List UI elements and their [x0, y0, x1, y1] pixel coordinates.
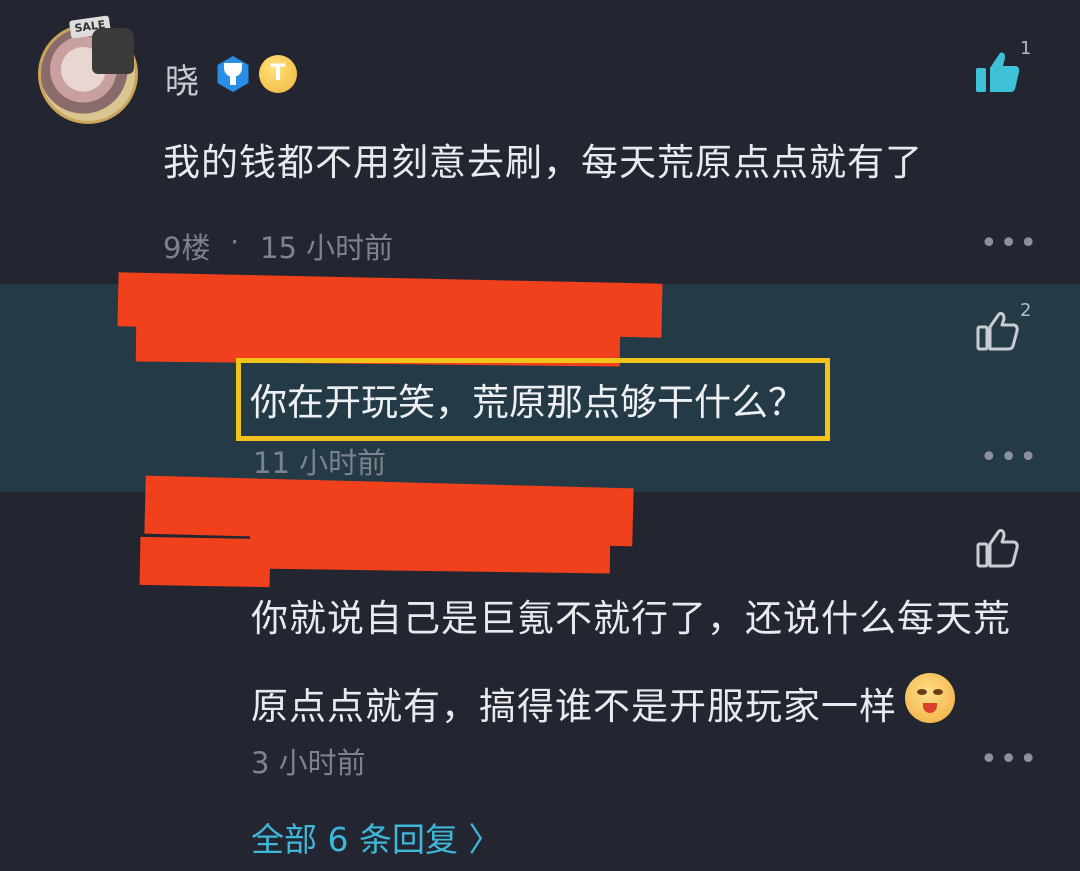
comment-text[interactable]: 我的钱都不用刻意去刷，每天荒原点点就有了 [163, 132, 923, 186]
laughing-emoji-icon [905, 673, 955, 723]
thumbs-up-filled-icon[interactable] [974, 50, 1022, 94]
like-count: 2 [1020, 300, 1032, 321]
reply-text-line[interactable]: 你就说自己是巨氪不就行了，还说什么每天荒 [251, 588, 1011, 642]
view-all-replies-link[interactable]: 全部 6 条回复 〉 [251, 813, 501, 861]
meta-separator: · [230, 225, 240, 259]
reply-text-line[interactable]: 原点点就有，搞得谁不是开服玩家一样 [251, 676, 897, 730]
comment-timestamp: 15 小时前 [260, 231, 394, 265]
reply-text[interactable]: 你在开玩笑，荒原那点够干什么？ [250, 372, 805, 426]
username[interactable]: 晓 [165, 54, 199, 103]
gold-coin-badge-icon: T [259, 55, 297, 93]
like-count: 1 [1020, 38, 1032, 59]
avatar-pet-decoration [92, 28, 134, 74]
more-dots-icon[interactable]: ••• [980, 440, 1039, 475]
trophy-badge-icon [217, 56, 249, 92]
reply-timestamp: 3 小时前 [251, 746, 366, 780]
thumbs-up-icon[interactable] [975, 527, 1021, 569]
more-dots-icon[interactable]: ••• [980, 226, 1039, 261]
floor-label: 9楼 [163, 231, 211, 265]
redaction-mark [249, 532, 611, 574]
reply-timestamp: 11 小时前 [253, 446, 387, 480]
more-dots-icon[interactable]: ••• [980, 742, 1039, 777]
thumbs-up-icon[interactable] [975, 310, 1021, 352]
